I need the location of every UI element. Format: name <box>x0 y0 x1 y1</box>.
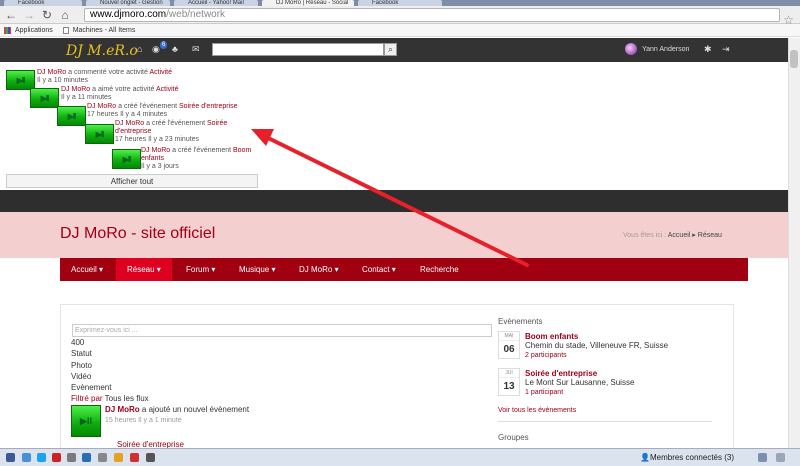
url-domain: www.djmoro.com <box>90 9 167 20</box>
main-nav: Accueil ▾ Réseau ▾ Forum ▾ Musique ▾ DJ … <box>60 258 748 281</box>
bookmark-machines[interactable]: Machines - All Items <box>73 27 136 34</box>
forward-arrow-icon[interactable]: → <box>22 7 36 23</box>
user-icon: 👤 <box>640 453 650 462</box>
activity-item[interactable]: DJ MoRo a créé l'événement Soirée d'entr… <box>87 103 257 119</box>
avatar[interactable] <box>625 43 637 55</box>
breadcrumb-home[interactable]: Accueil <box>668 232 691 239</box>
taskbar-icon-app[interactable] <box>146 453 155 462</box>
back-arrow-icon[interactable]: ← <box>4 7 18 23</box>
page-icon <box>62 26 69 34</box>
post-type-video[interactable]: Vidéo <box>71 372 91 381</box>
home-icon[interactable]: ⌂ <box>58 7 72 23</box>
events-heading: Evènements <box>498 317 543 326</box>
activity-thumbnail[interactable]: ▶II <box>112 149 141 169</box>
breadcrumb-separator: ▸ <box>692 232 696 239</box>
gear-icon[interactable]: ✱ <box>704 44 712 55</box>
activity-thumbnail[interactable]: ▶II <box>85 124 114 144</box>
all-events-link[interactable]: Voir tous les évènements <box>498 407 576 414</box>
taskbar-icon-window[interactable] <box>22 453 31 462</box>
event-date: JUI 13 <box>498 368 520 396</box>
nav-contact[interactable]: Contact ▾ <box>351 258 407 281</box>
taskbar-icon-user[interactable] <box>758 453 767 462</box>
taskbar-icon-window[interactable] <box>776 453 785 462</box>
taskbar-icon-heart[interactable] <box>130 453 139 462</box>
taskbar-icon-folder[interactable] <box>114 453 123 462</box>
post-type-evenement[interactable]: Evènement <box>71 383 111 392</box>
site-top-bar: DJ M.eR.o ⌂ ◉ 6 ♣ ✉ ⌕ Yann Anderson ✱ ⇥ <box>0 38 788 62</box>
post-type-photo[interactable]: Photo <box>71 361 92 370</box>
groups-heading: Groupes <box>498 433 529 442</box>
nav-accueil[interactable]: Accueil ▾ <box>60 258 114 281</box>
user-name[interactable]: Yann Anderson <box>642 46 689 53</box>
nav-recherche[interactable]: Recherche <box>409 258 470 281</box>
site-dark-band <box>0 190 788 212</box>
taskbar-icon-facebook[interactable] <box>6 453 15 462</box>
site-title[interactable]: DJ MoRo - site officiel <box>60 225 215 243</box>
url-path: /web/network <box>166 9 226 20</box>
activity-item[interactable]: DJ MoRo a créé l'événement Soirée d'entr… <box>115 120 260 144</box>
post-type-statut[interactable]: Statut <box>71 349 92 358</box>
show-all-button[interactable]: Afficher tout <box>6 174 258 188</box>
event-item[interactable]: Soirée d'entreprise Le Mont Sur Lausanne… <box>525 369 634 397</box>
logout-icon[interactable]: ⇥ <box>722 44 730 55</box>
activity-item[interactable]: DJ MoRo a aimé votre activité Activité I… <box>61 86 261 102</box>
url-bar[interactable]: www.djmoro.com/web/network <box>84 8 780 22</box>
reload-icon[interactable]: ↻ <box>40 7 54 23</box>
char-count: 400 <box>71 338 85 347</box>
nav-djmoro[interactable]: DJ MoRo ▾ <box>288 258 350 281</box>
site-logo[interactable]: DJ M.eR.o <box>66 43 138 59</box>
search-icon[interactable]: ⌕ <box>384 43 397 56</box>
nav-forum[interactable]: Forum ▾ <box>175 258 226 281</box>
notification-badge: 6 <box>160 41 168 49</box>
mail-icon[interactable]: ✉ <box>192 44 200 55</box>
taskbar-icon-media[interactable] <box>67 453 76 462</box>
feed-item-time: 15 heures Il y a 1 minute <box>105 417 182 424</box>
activity-item[interactable]: DJ MoRo a créé l'événement Boom enfants … <box>141 147 261 171</box>
connected-members[interactable]: 👤Membres connectés (3) <box>640 453 734 462</box>
feed-item-thumbnail[interactable]: ▶II <box>71 405 101 437</box>
nav-reseau[interactable]: Réseau ▾ <box>116 258 172 281</box>
address-toolbar: ← → ↻ ⌂ www.djmoro.com/web/network ☆ <box>0 6 800 27</box>
bookmark-applications[interactable]: Applications <box>15 27 53 34</box>
taskbar-icon-skype[interactable] <box>82 453 91 462</box>
event-item[interactable]: Boom enfants Chemin du stade, Villeneuve… <box>525 332 668 360</box>
taskbar-icon-youtube[interactable] <box>52 453 61 462</box>
divider <box>498 421 712 422</box>
activity-thumbnail[interactable]: ▶II <box>30 88 59 108</box>
taskbar-icon-twitter[interactable] <box>37 453 46 462</box>
nav-musique[interactable]: Musique ▾ <box>228 258 286 281</box>
event-date: MAI 06 <box>498 331 520 359</box>
bookmarks-bar: Applications Machines - All Items <box>0 24 800 37</box>
scrollbar-thumb[interactable] <box>790 50 798 68</box>
feed-item: DJ MoRo a ajouté un nouvel évènement <box>105 405 250 414</box>
activity-thumbnail[interactable]: ▶II <box>57 106 86 126</box>
feed-filter[interactable]: Filtré par Tous les flux <box>71 394 149 403</box>
breadcrumb: Vous êtes ici : Accueil ▸ Réseau <box>623 232 722 239</box>
apps-grid-icon <box>4 26 11 34</box>
activity-item[interactable]: DJ MoRo a commenté votre activité Activi… <box>37 69 257 85</box>
taskbar-icon-cloud[interactable] <box>98 453 107 462</box>
site-search-input[interactable] <box>212 43 384 56</box>
globe-icon[interactable]: ◉ <box>152 44 160 55</box>
breadcrumb-current: Réseau <box>697 232 722 239</box>
activity-thumbnail[interactable]: ▶II <box>6 70 35 90</box>
home-icon[interactable]: ⌂ <box>137 44 142 54</box>
status-input[interactable]: Exprimez-vous ici ... <box>72 324 492 337</box>
users-icon[interactable]: ♣ <box>172 44 178 54</box>
page-scrollbar[interactable] <box>788 38 800 448</box>
